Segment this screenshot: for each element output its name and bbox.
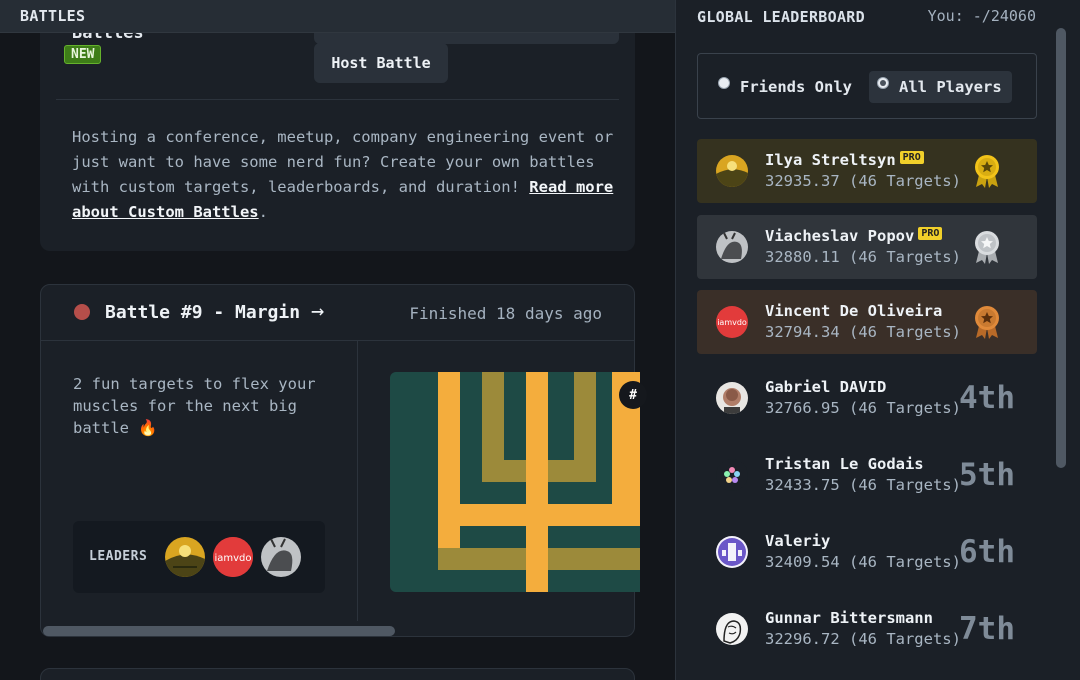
player-avatar-text: iamvdo [717,318,747,327]
rank-label: 6th [959,534,1015,570]
leaderboard-pane: GLOBAL LEADERBOARD You: -/24060 Friends … [675,0,1080,680]
filter-friends-only[interactable]: Friends Only [718,71,852,103]
leaderboard-row[interactable]: Ilya Streltsyn PRO 32935.37 (46 Targets) [697,139,1037,203]
leaderboard-title: GLOBAL LEADERBOARD [697,7,865,26]
horizontal-scrollbar[interactable] [41,624,634,636]
pro-badge: PRO [918,227,943,240]
arrow-right-icon[interactable]: → [311,299,324,324]
battle-description: 2 fun targets to flex your muscles for t… [73,375,316,437]
radio-checked-icon[interactable] [877,77,889,89]
divider [56,99,619,100]
player-score: 32880.11 (46 Targets) [765,248,961,266]
status-dot-icon [74,304,90,320]
rank-label: 4th [959,380,1015,416]
leaderboard-row[interactable]: iamvdo Vincent De Oliveira 32794.34 (46 … [697,290,1037,354]
leaderboard-row[interactable]: Viacheslav Popov PRO 32880.11 (46 Targets… [697,215,1037,279]
leaderboard-row[interactable]: Tristan Le Godais 32433.75 (46 Targets) … [697,443,1037,507]
player-name: Gunnar Bittersmann [765,609,933,627]
player-avatar [716,382,748,414]
bronze-medal-icon [975,306,999,339]
host-battle-button[interactable]: Host Battle [314,43,448,83]
leaderboard-row[interactable]: Gunnar Bittersmann 32296.72 (46 Targets)… [697,597,1037,661]
player-name: Valeriy [765,532,831,550]
player-score: 32296.72 (46 Targets) [765,630,961,648]
player-avatar [716,613,748,645]
new-badge: NEW [64,45,102,64]
pro-badge: PRO [899,151,924,164]
link-suffix: . [258,203,268,221]
rank-label: 5th [959,457,1015,493]
leaderboard-row[interactable]: Valeriy 32409.54 (46 Targets) 6th [697,520,1037,584]
battles-pane: Battles NEW Host Battle Hosting a confer… [0,0,675,680]
battles-header-title: BATTLES [20,7,86,25]
player-name: Gabriel DAVID [765,378,887,396]
player-avatar [716,459,748,491]
leader-avatar-3[interactable] [261,537,301,577]
player-avatar: iamvdo [716,306,748,338]
player-avatar [716,231,748,263]
leaderboard-filter: Friends Only All Players [697,53,1037,119]
target-preview-image[interactable] [390,372,640,592]
gold-medal-icon [975,155,999,188]
player-name: Ilya Streltsyn PRO [765,151,924,169]
filter-friends-label: Friends Only [740,78,852,96]
player-name: Tristan Le Godais [765,455,924,473]
leaders-box: LEADERS iamvdo [73,521,325,593]
player-name: Viacheslav Popov PRO [765,227,943,245]
battle-card: Battle #9 - Margin → Finished 18 days ag… [40,284,647,637]
player-score: 32433.75 (46 Targets) [765,476,961,494]
rank-label: 7th [959,611,1015,647]
filter-all-players[interactable]: All Players [869,71,1012,103]
filter-all-label: All Players [899,78,1002,96]
horizontal-scroll-thumb[interactable] [43,626,395,636]
leader-avatar-2[interactable]: iamvdo [213,537,253,577]
player-score: 32766.95 (46 Targets) [765,399,961,417]
your-rank: You: -/24060 [927,7,1036,25]
player-avatar [716,536,748,568]
player-score: 32935.37 (46 Targets) [765,172,961,190]
battles-header: BATTLES [0,0,675,33]
target-number-badge: # [619,381,647,409]
battle-card-header: Battle #9 - Margin → Finished 18 days ag… [41,285,634,341]
battle-title-link[interactable]: Battle #9 - Margin [105,302,300,323]
silver-medal-icon [975,231,999,264]
leaderboard-row[interactable]: Gabriel DAVID 32766.95 (46 Targets) 4th [697,366,1037,430]
player-name: Vincent De Oliveira [765,302,943,320]
radio-unchecked-icon[interactable] [718,77,730,89]
next-battle-card [40,668,635,680]
leaders-label: LEADERS [89,549,148,564]
custom-battles-description: Hosting a conference, meetup, company en… [72,125,632,225]
leader-avatar-text: iamvdo [214,553,251,564]
player-score: 32794.34 (46 Targets) [765,323,961,341]
battle-status: Finished 18 days ago [409,304,602,323]
player-avatar [716,155,748,187]
player-score: 32409.54 (46 Targets) [765,553,961,571]
custom-battles-card: Battles NEW Host Battle Hosting a confer… [40,0,635,251]
vertical-scrollbar[interactable] [1056,28,1066,468]
battle-info-column: 2 fun targets to flex your muscles for t… [41,341,358,621]
leader-avatar-1[interactable] [165,537,205,577]
